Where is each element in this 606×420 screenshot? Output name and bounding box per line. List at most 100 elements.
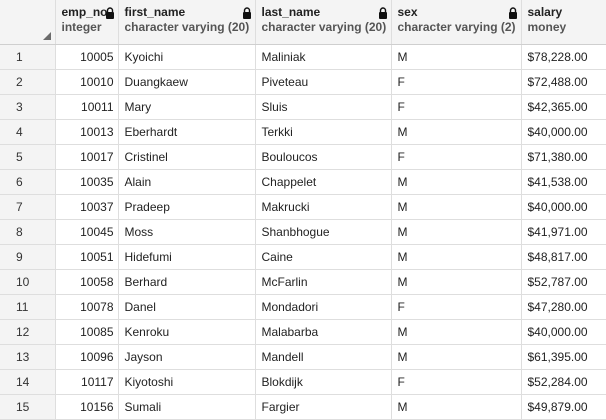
cell-sex[interactable]: M: [391, 319, 522, 345]
cell-sex[interactable]: F: [391, 94, 522, 120]
row-number[interactable]: 14: [0, 369, 56, 395]
cell-last-name[interactable]: Maliniak: [255, 44, 392, 70]
cell-emp-no[interactable]: 10045: [55, 219, 119, 245]
cell-sex[interactable]: M: [391, 169, 522, 195]
cell-first-name[interactable]: Duangkaew: [118, 69, 256, 95]
cell-last-name[interactable]: McFarlin: [255, 269, 392, 295]
cell-first-name[interactable]: Pradeep: [118, 194, 256, 220]
row-number[interactable]: 3: [0, 94, 56, 120]
cell-first-name[interactable]: Kenroku: [118, 319, 256, 345]
cell-sex[interactable]: F: [391, 294, 522, 320]
column-header-emp-no[interactable]: emp_no integer: [55, 0, 119, 45]
cell-emp-no[interactable]: 10010: [55, 69, 119, 95]
table-row[interactable]: 7 10037 Pradeep Makrucki M $40,000.00: [0, 194, 606, 220]
cell-salary[interactable]: $52,284.00: [521, 369, 606, 395]
table-row[interactable]: 10 10058 Berhard McFarlin M $52,787.00: [0, 269, 606, 295]
cell-sex[interactable]: M: [391, 119, 522, 145]
row-number[interactable]: 11: [0, 294, 56, 320]
cell-last-name[interactable]: Blokdijk: [255, 369, 392, 395]
table-row[interactable]: 12 10085 Kenroku Malabarba M $40,000.00: [0, 319, 606, 345]
cell-emp-no[interactable]: 10051: [55, 244, 119, 270]
table-row[interactable]: 3 10011 Mary Sluis F $42,365.00: [0, 94, 606, 120]
cell-first-name[interactable]: Hidefumi: [118, 244, 256, 270]
cell-last-name[interactable]: Malabarba: [255, 319, 392, 345]
cell-first-name[interactable]: Jayson: [118, 344, 256, 370]
cell-salary[interactable]: $49,879.00: [521, 394, 606, 420]
cell-emp-no[interactable]: 10156: [55, 394, 119, 420]
cell-first-name[interactable]: Alain: [118, 169, 256, 195]
cell-first-name[interactable]: Kyoichi: [118, 44, 256, 70]
cell-salary[interactable]: $52,787.00: [521, 269, 606, 295]
cell-last-name[interactable]: Mondadori: [255, 294, 392, 320]
cell-last-name[interactable]: Caine: [255, 244, 392, 270]
cell-first-name[interactable]: Moss: [118, 219, 256, 245]
table-row[interactable]: 14 10117 Kiyotoshi Blokdijk F $52,284.00: [0, 369, 606, 395]
row-number[interactable]: 10: [0, 269, 56, 295]
cell-first-name[interactable]: Cristinel: [118, 144, 256, 170]
cell-salary[interactable]: $48,817.00: [521, 244, 606, 270]
table-row[interactable]: 13 10096 Jayson Mandell M $61,395.00: [0, 344, 606, 370]
cell-last-name[interactable]: Mandell: [255, 344, 392, 370]
row-number[interactable]: 6: [0, 169, 56, 195]
row-number[interactable]: 9: [0, 244, 56, 270]
table-row[interactable]: 9 10051 Hidefumi Caine M $48,817.00: [0, 244, 606, 270]
cell-first-name[interactable]: Berhard: [118, 269, 256, 295]
cell-last-name[interactable]: Fargier: [255, 394, 392, 420]
row-number[interactable]: 4: [0, 119, 56, 145]
row-number[interactable]: 7: [0, 194, 56, 220]
cell-salary[interactable]: $78,228.00: [521, 44, 606, 70]
column-header-sex[interactable]: sex character varying (2): [391, 0, 522, 45]
cell-salary[interactable]: $42,365.00: [521, 94, 606, 120]
select-all-corner[interactable]: [0, 0, 56, 45]
cell-sex[interactable]: M: [391, 269, 522, 295]
cell-sex[interactable]: M: [391, 219, 522, 245]
cell-salary[interactable]: $40,000.00: [521, 194, 606, 220]
cell-emp-no[interactable]: 10005: [55, 44, 119, 70]
cell-emp-no[interactable]: 10096: [55, 344, 119, 370]
row-number[interactable]: 13: [0, 344, 56, 370]
cell-sex[interactable]: M: [391, 244, 522, 270]
cell-first-name[interactable]: Kiyotoshi: [118, 369, 256, 395]
cell-salary[interactable]: $72,488.00: [521, 69, 606, 95]
cell-sex[interactable]: M: [391, 344, 522, 370]
cell-sex[interactable]: F: [391, 144, 522, 170]
table-row[interactable]: 15 10156 Sumali Fargier M $49,879.00: [0, 394, 606, 420]
row-number[interactable]: 15: [0, 394, 56, 420]
table-row[interactable]: 6 10035 Alain Chappelet M $41,538.00: [0, 169, 606, 195]
cell-emp-no[interactable]: 10017: [55, 144, 119, 170]
cell-sex[interactable]: M: [391, 44, 522, 70]
row-number[interactable]: 8: [0, 219, 56, 245]
cell-salary[interactable]: $41,971.00: [521, 219, 606, 245]
row-number[interactable]: 5: [0, 144, 56, 170]
cell-emp-no[interactable]: 10011: [55, 94, 119, 120]
cell-last-name[interactable]: Shanbhogue: [255, 219, 392, 245]
table-row[interactable]: 1 10005 Kyoichi Maliniak M $78,228.00: [0, 44, 606, 70]
cell-sex[interactable]: F: [391, 369, 522, 395]
column-header-first-name[interactable]: first_name character varying (20): [118, 0, 256, 45]
table-row[interactable]: 11 10078 Danel Mondadori F $47,280.00: [0, 294, 606, 320]
cell-salary[interactable]: $71,380.00: [521, 144, 606, 170]
table-row[interactable]: 8 10045 Moss Shanbhogue M $41,971.00: [0, 219, 606, 245]
row-number[interactable]: 12: [0, 319, 56, 345]
row-number[interactable]: 1: [0, 44, 56, 70]
cell-salary[interactable]: $47,280.00: [521, 294, 606, 320]
cell-sex[interactable]: M: [391, 394, 522, 420]
cell-salary[interactable]: $41,538.00: [521, 169, 606, 195]
cell-emp-no[interactable]: 10117: [55, 369, 119, 395]
column-header-salary[interactable]: salary money: [521, 0, 606, 45]
cell-last-name[interactable]: Sluis: [255, 94, 392, 120]
cell-salary[interactable]: $61,395.00: [521, 344, 606, 370]
cell-emp-no[interactable]: 10085: [55, 319, 119, 345]
cell-first-name[interactable]: Sumali: [118, 394, 256, 420]
cell-last-name[interactable]: Makrucki: [255, 194, 392, 220]
table-row[interactable]: 4 10013 Eberhardt Terkki M $40,000.00: [0, 119, 606, 145]
table-row[interactable]: 5 10017 Cristinel Bouloucos F $71,380.00: [0, 144, 606, 170]
cell-salary[interactable]: $40,000.00: [521, 119, 606, 145]
cell-first-name[interactable]: Mary: [118, 94, 256, 120]
cell-last-name[interactable]: Piveteau: [255, 69, 392, 95]
column-header-last-name[interactable]: last_name character varying (20): [255, 0, 392, 45]
cell-emp-no[interactable]: 10035: [55, 169, 119, 195]
cell-sex[interactable]: M: [391, 194, 522, 220]
cell-emp-no[interactable]: 10058: [55, 269, 119, 295]
row-number[interactable]: 2: [0, 69, 56, 95]
